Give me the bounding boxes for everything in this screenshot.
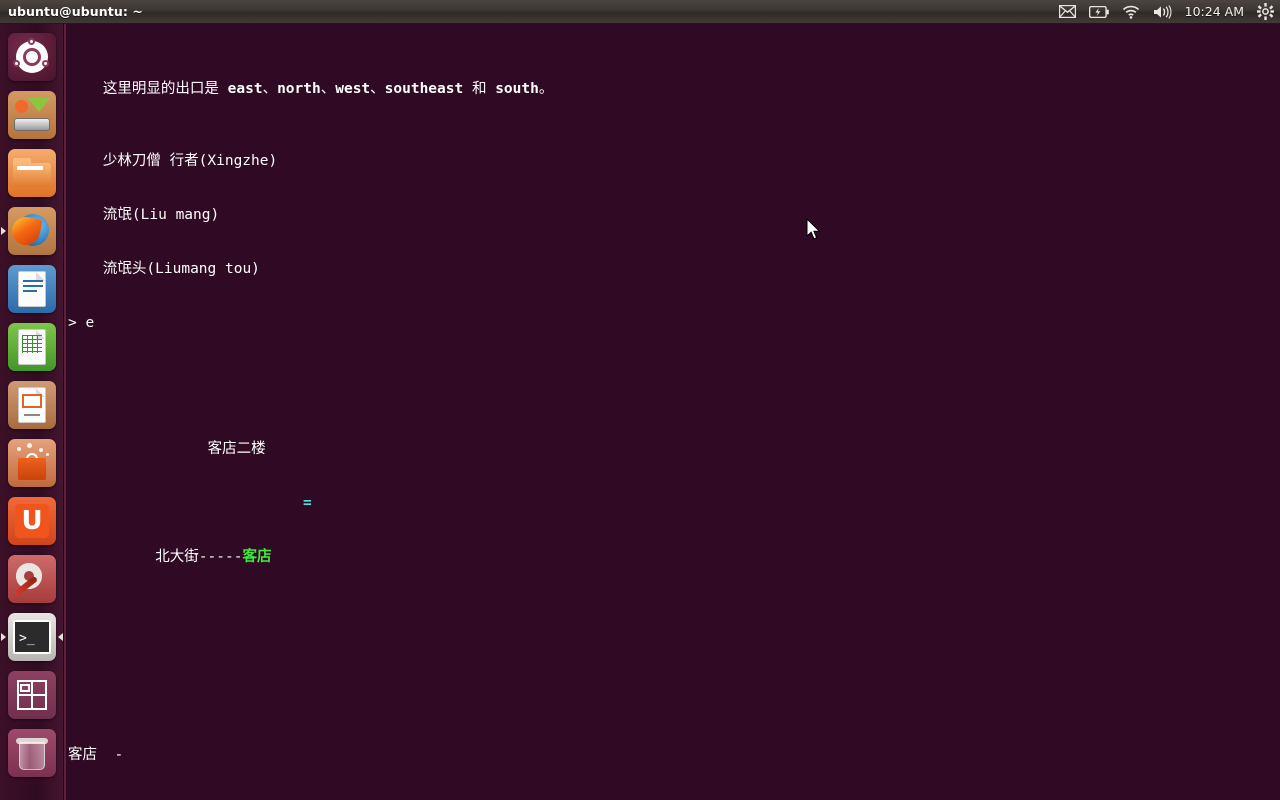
map-link-vertical: = — [303, 495, 312, 511]
spreadsheet-icon — [8, 323, 56, 371]
map-road-line: 北大街-----客店 — [68, 549, 272, 565]
shopping-bag-icon — [8, 439, 56, 487]
launcher-item-system-settings[interactable] — [0, 550, 64, 608]
terminal-line: 这里明显的出口是 east、north、west、southeast 和 sou… — [68, 81, 554, 97]
gear-wrench-icon — [8, 555, 56, 603]
launcher-item-trash[interactable] — [0, 724, 64, 782]
launcher-item-ubuntu-dash[interactable] — [0, 28, 64, 86]
terminal-line: 流氓(Liu mang) — [68, 207, 220, 223]
clock[interactable]: 10:24 AM — [1185, 4, 1244, 19]
window-title: ubuntu@ubuntu: ~ — [8, 4, 143, 19]
firefox-icon — [8, 207, 56, 255]
launcher-item-workspace-switcher[interactable] — [0, 666, 64, 724]
workspace-grid-icon — [8, 671, 56, 719]
install-disk-icon — [8, 91, 56, 139]
terminal-line: 少林刀僧 行者(Xingzhe) — [68, 153, 278, 169]
room-name: 客店 - — [68, 747, 124, 763]
unity-launcher: U >_ — [0, 24, 64, 800]
map-room-title: 客店二楼 — [68, 441, 266, 457]
launcher-item-libreoffice-impress[interactable] — [0, 376, 64, 434]
launcher-item-libreoffice-writer[interactable] — [0, 260, 64, 318]
unity-top-panel: ubuntu@ubuntu: ~ 10:24 AM — [0, 0, 1280, 24]
terminal-line: 流氓头(Liumang tou) — [68, 261, 260, 277]
terminal-window[interactable]: 这里明显的出口是 east、north、west、southeast 和 sou… — [64, 24, 1280, 800]
ubuntu-logo-icon — [8, 33, 56, 81]
launcher-item-terminal[interactable]: >_ — [0, 608, 64, 666]
launcher-item-ubuntu-one[interactable]: U — [0, 492, 64, 550]
system-tray: 10:24 AM — [1058, 0, 1274, 24]
launcher-item-libreoffice-calc[interactable] — [0, 318, 64, 376]
terminal-icon: >_ — [8, 613, 56, 661]
presentation-icon — [8, 381, 56, 429]
ubuntu-one-icon: U — [8, 497, 56, 545]
launcher-item-software-center[interactable] — [0, 434, 64, 492]
terminal-prompt-line: > e — [68, 315, 95, 331]
launcher-item-install-ubuntu[interactable] — [0, 86, 64, 144]
volume-icon[interactable] — [1153, 0, 1172, 24]
document-icon — [8, 265, 56, 313]
battery-icon[interactable] — [1088, 0, 1109, 24]
gear-icon[interactable] — [1257, 0, 1274, 24]
launcher-item-files[interactable] — [0, 144, 64, 202]
mail-icon[interactable] — [1058, 0, 1076, 24]
terminal-output: 这里明显的出口是 east、north、west、southeast 和 sou… — [66, 24, 784, 800]
wifi-icon[interactable] — [1122, 0, 1140, 24]
launcher-item-firefox[interactable] — [0, 202, 64, 260]
folder-icon — [8, 149, 56, 197]
trash-icon — [8, 729, 56, 777]
